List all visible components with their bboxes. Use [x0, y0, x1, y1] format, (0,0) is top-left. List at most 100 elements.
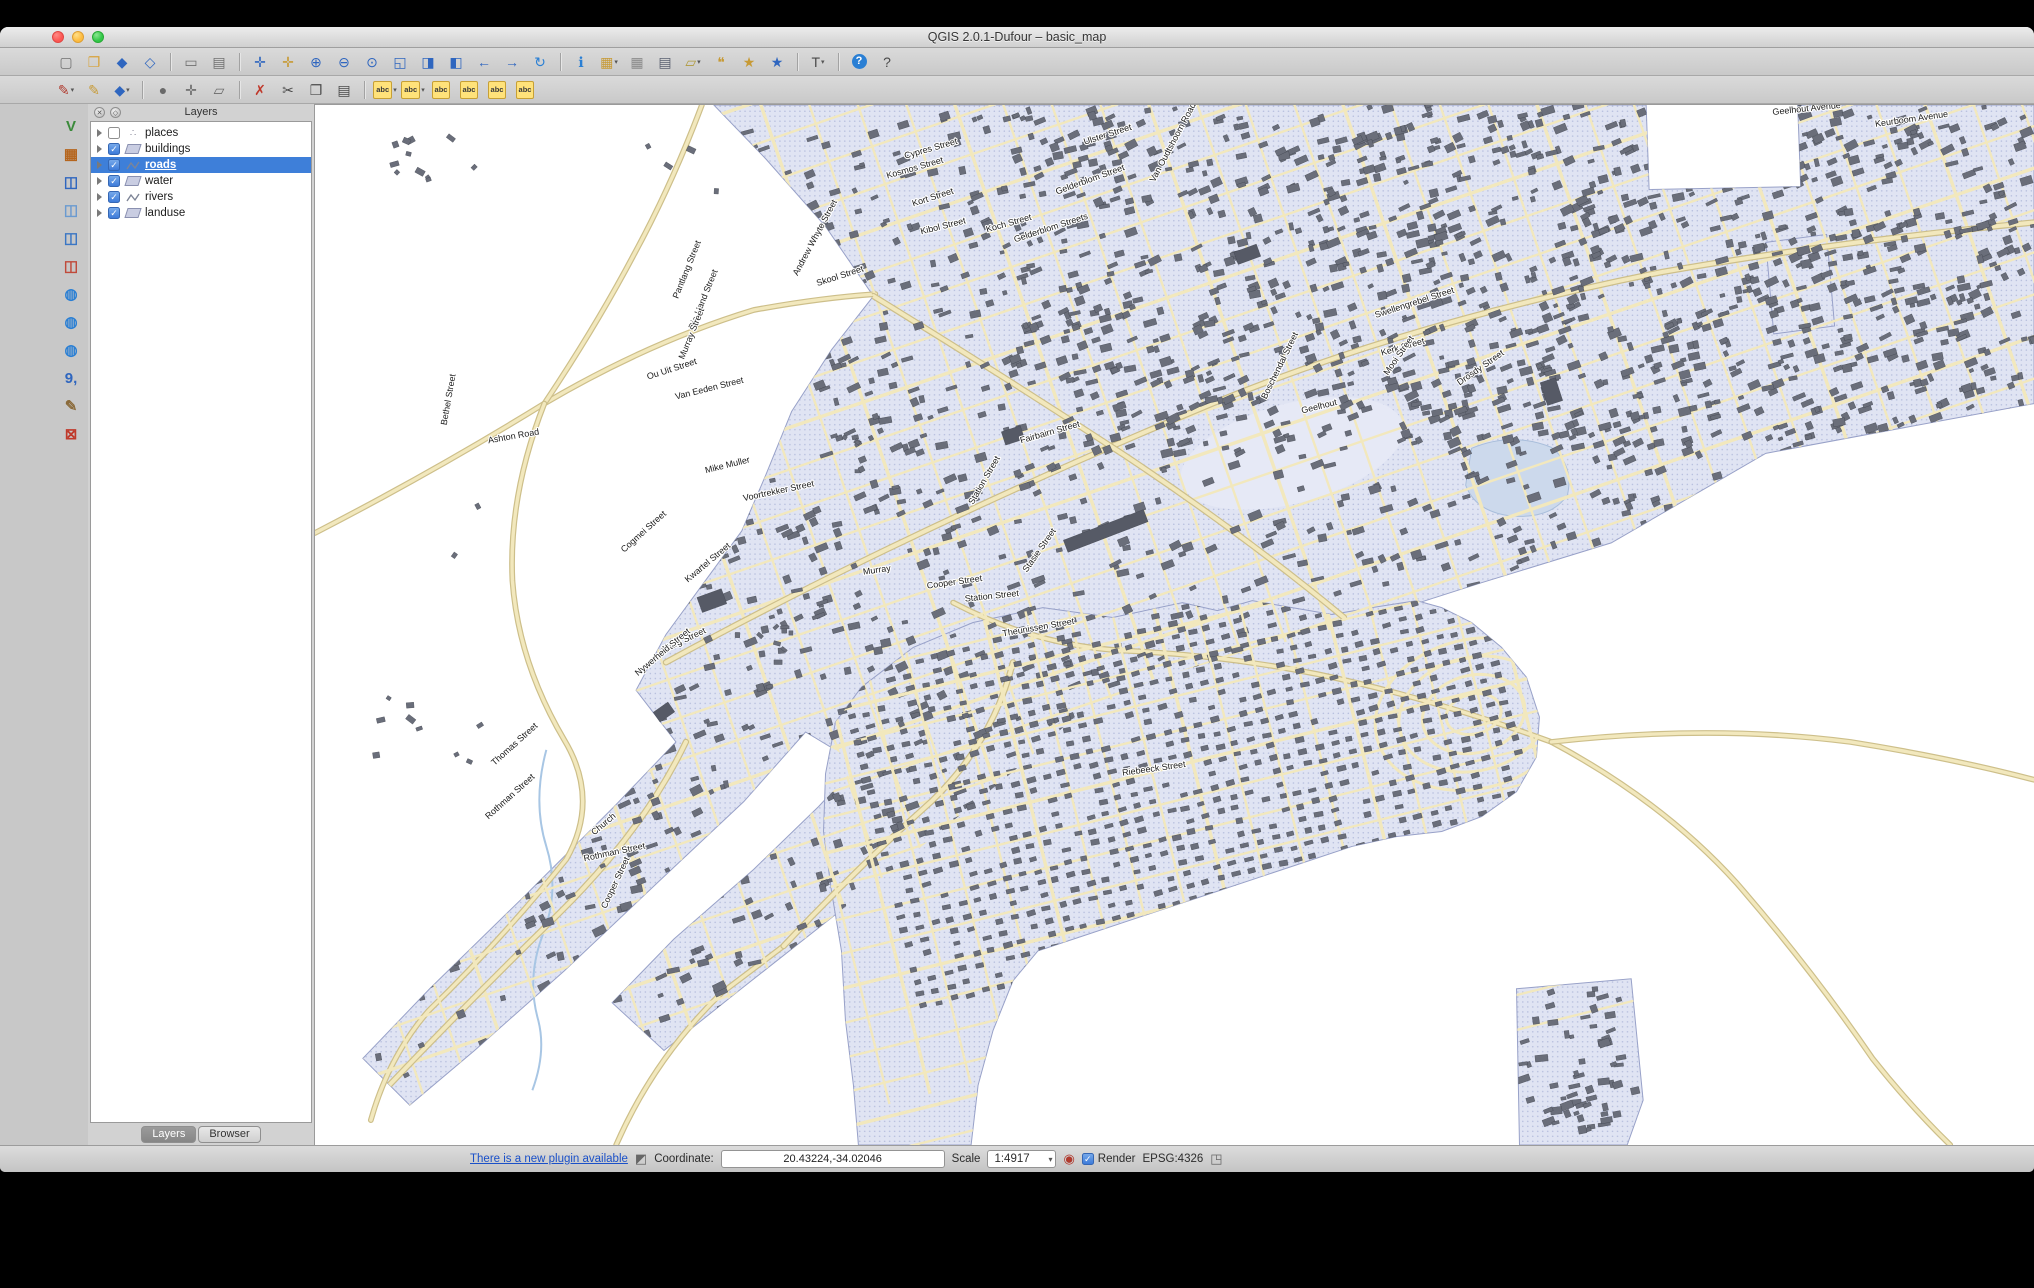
- layer-visibility-checkbox[interactable]: ✓: [108, 191, 120, 203]
- panel-float-icon[interactable]: ◇: [110, 107, 121, 118]
- add-raster-layer-button[interactable]: ▦: [58, 142, 84, 167]
- zoom-to-layer-button[interactable]: ◧: [443, 51, 469, 73]
- move-feature-button[interactable]: ✛: [178, 79, 204, 101]
- composer-manager-button[interactable]: ▤: [206, 51, 232, 73]
- layer-item-places[interactable]: ∴places: [91, 125, 311, 141]
- add-delimited-text-layer-button[interactable]: 9,: [58, 366, 84, 391]
- layer-visibility-checkbox[interactable]: ✓: [108, 175, 120, 187]
- current-edits-menu-arrow[interactable]: ▾: [71, 86, 75, 94]
- help-contents-button[interactable]: ?: [846, 51, 872, 73]
- pan-to-selection-button[interactable]: ✛: [275, 51, 301, 73]
- crs-label[interactable]: EPSG:4326: [1143, 1153, 1204, 1165]
- add-mssql-layer-button[interactable]: ◫: [58, 226, 84, 251]
- layer-item-rivers[interactable]: ✓rivers: [91, 189, 311, 205]
- layer-item-roads[interactable]: ✓roads: [91, 157, 311, 173]
- zoom-last-button[interactable]: ←: [471, 51, 497, 73]
- node-tool-button[interactable]: ▱: [206, 79, 232, 101]
- copy-features-button[interactable]: ❐: [303, 79, 329, 101]
- zoom-in-button[interactable]: ⊕: [303, 51, 329, 73]
- plugin-icon[interactable]: ◩: [635, 1151, 647, 1167]
- layer-visibility-checkbox[interactable]: ✓: [108, 159, 120, 171]
- text-annotation-menu-arrow[interactable]: ▾: [821, 58, 825, 66]
- new-shapefile-layer-button[interactable]: ✎: [58, 394, 84, 419]
- change-label-button[interactable]: abc: [512, 79, 538, 101]
- measure-line-menu-arrow[interactable]: ▾: [697, 58, 701, 66]
- layer-item-buildings[interactable]: ✓buildings: [91, 141, 311, 157]
- map-tips-button[interactable]: ❝: [708, 51, 734, 73]
- zoom-next-button[interactable]: →: [499, 51, 525, 73]
- remove-layer-button[interactable]: ⊠: [58, 422, 84, 447]
- new-project-button[interactable]: ▢: [53, 51, 79, 73]
- scale-combo[interactable]: 1:4917 ▾: [987, 1150, 1056, 1168]
- select-features-menu-arrow[interactable]: ▾: [614, 58, 618, 66]
- add-spatialite-layer-button[interactable]: ◫: [58, 198, 84, 223]
- identify-features-button[interactable]: ℹ: [568, 51, 594, 73]
- add-wfs-layer-button[interactable]: ◍: [58, 338, 84, 363]
- zoom-full-button[interactable]: ◱: [387, 51, 413, 73]
- save-layer-edits-button[interactable]: ◆▾: [109, 79, 135, 101]
- pin-labels-button[interactable]: abc▾: [400, 79, 426, 101]
- pin-labels-menu-arrow[interactable]: ▾: [421, 86, 425, 94]
- panel-close-icon[interactable]: ✕: [94, 107, 105, 118]
- chevron-down-icon[interactable]: ▾: [1048, 1155, 1052, 1164]
- layer-item-water[interactable]: ✓water: [91, 173, 311, 189]
- select-features-button[interactable]: ▦▾: [596, 51, 622, 73]
- highlight-pinned-labels-button[interactable]: abc: [428, 79, 454, 101]
- layer-visibility-checkbox[interactable]: ✓: [108, 207, 120, 219]
- zoom-to-selection-button[interactable]: ◨: [415, 51, 441, 73]
- labeling-button[interactable]: abc▾: [372, 79, 398, 101]
- plugin-link[interactable]: There is a new plugin available: [470, 1153, 628, 1165]
- scale-lock-icon[interactable]: ◉: [1063, 1151, 1074, 1167]
- expand-arrow-icon[interactable]: [97, 177, 102, 185]
- labeling-menu-arrow[interactable]: ▾: [393, 86, 397, 94]
- rotate-label-button[interactable]: abc: [484, 79, 510, 101]
- refresh-map-button[interactable]: ↻: [527, 51, 553, 73]
- layers-panel-header[interactable]: ✕ ◇ Layers: [88, 104, 314, 121]
- delete-selected-button[interactable]: ✗: [247, 79, 273, 101]
- add-vector-layer-button[interactable]: V: [58, 114, 84, 139]
- new-print-composer-button[interactable]: ▭: [178, 51, 204, 73]
- zoom-native-button[interactable]: ⊙: [359, 51, 385, 73]
- add-wcs-layer-button[interactable]: ◍: [58, 310, 84, 335]
- expand-arrow-icon[interactable]: [97, 193, 102, 201]
- move-label-button[interactable]: abc: [456, 79, 482, 101]
- expand-arrow-icon[interactable]: [97, 145, 102, 153]
- add-feature-button[interactable]: ●: [150, 79, 176, 101]
- digitizing-labeling-toolbar: ✎▾✎◆▾●✛▱✗✂❐▤abc▾abc▾abcabcabcabc: [0, 76, 2034, 104]
- cut-features-button[interactable]: ✂: [275, 79, 301, 101]
- render-checkbox[interactable]: ✓: [1082, 1153, 1094, 1165]
- zoom-out-button[interactable]: ⊖: [331, 51, 357, 73]
- new-bookmark-button[interactable]: ★: [736, 51, 762, 73]
- map-canvas[interactable]: Geelhout AvenueKeurboom AvenueUlster Str…: [315, 104, 2034, 1145]
- show-bookmarks-button[interactable]: ★: [764, 51, 790, 73]
- panel-tab-layers[interactable]: Layers: [141, 1126, 196, 1143]
- layer-item-landuse[interactable]: ✓landuse: [91, 205, 311, 221]
- add-wms-layer-button[interactable]: ◍: [58, 282, 84, 307]
- current-edits-button[interactable]: ✎▾: [53, 79, 79, 101]
- save-project-as-button[interactable]: ◇: [137, 51, 163, 73]
- add-postgis-layer-button[interactable]: ◫: [58, 170, 84, 195]
- expand-arrow-icon[interactable]: [97, 161, 102, 169]
- deselect-features-button[interactable]: ▦: [624, 51, 650, 73]
- expand-arrow-icon[interactable]: [97, 129, 102, 137]
- layer-visibility-checkbox[interactable]: ✓: [108, 143, 120, 155]
- text-annotation-button[interactable]: T▾: [805, 51, 831, 73]
- save-layer-edits-icon: ◆: [114, 83, 125, 97]
- coordinate-input[interactable]: [721, 1150, 945, 1168]
- add-oracle-layer-button[interactable]: ◫: [58, 254, 84, 279]
- layer-visibility-checkbox[interactable]: [108, 127, 120, 139]
- expand-arrow-icon[interactable]: [97, 209, 102, 217]
- measure-line-button[interactable]: ▱▾: [680, 51, 706, 73]
- toggle-editing-button[interactable]: ✎: [81, 79, 107, 101]
- titlebar[interactable]: QGIS 2.0.1-Dufour – basic_map: [0, 27, 2034, 48]
- save-project-button[interactable]: ◆: [109, 51, 135, 73]
- open-attribute-table-button[interactable]: ▤: [652, 51, 678, 73]
- panel-tab-browser[interactable]: Browser: [198, 1126, 260, 1143]
- panel-tabs: LayersBrowser: [88, 1123, 314, 1145]
- save-layer-edits-menu-arrow[interactable]: ▾: [126, 86, 130, 94]
- paste-features-button[interactable]: ▤: [331, 79, 357, 101]
- pan-map-button[interactable]: ✛: [247, 51, 273, 73]
- crs-status-icon[interactable]: ◳: [1210, 1151, 1222, 1167]
- open-project-button[interactable]: ❐: [81, 51, 107, 73]
- whats-this-button[interactable]: ?: [874, 51, 900, 73]
